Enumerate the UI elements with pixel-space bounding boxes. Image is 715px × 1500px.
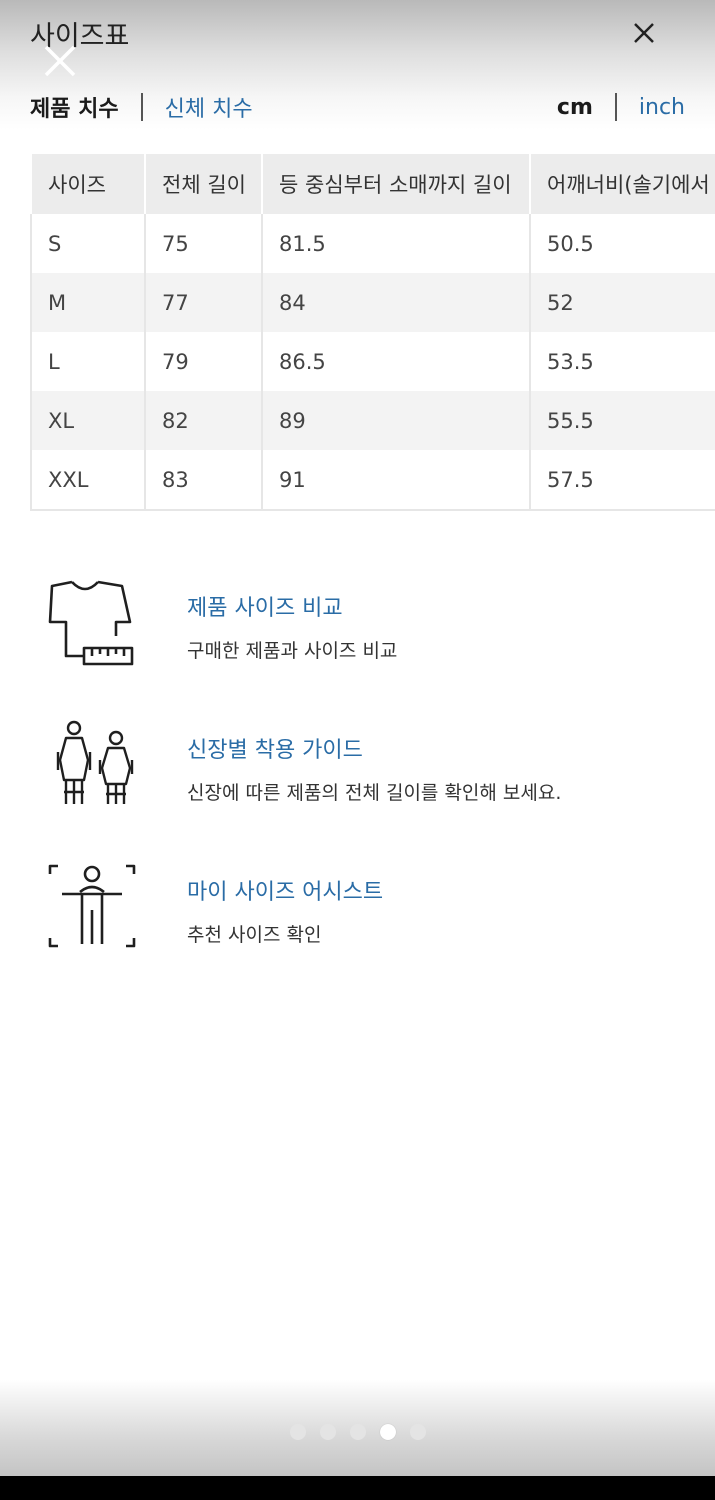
cell-shoulder-width: 50.5 <box>529 214 715 273</box>
page-dot[interactable] <box>349 1424 366 1440</box>
unit-divider <box>614 93 617 121</box>
cell-size: XL <box>30 391 145 450</box>
table-row: XL 82 89 55.5 <box>30 391 715 450</box>
page-indicator <box>0 1424 715 1440</box>
table-row: M 77 84 52 <box>30 273 715 332</box>
table-header-row: 사이즈 전체 길이 등 중심부터 소매까지 길이 어깨너비(솔기에서 <box>30 154 715 214</box>
table-row: XXL 83 91 57.5 <box>30 450 715 510</box>
size-table-scroll[interactable]: 사이즈 전체 길이 등 중심부터 소매까지 길이 어깨너비(솔기에서 S 75 … <box>30 154 715 511</box>
cell-total-length: 75 <box>144 214 262 273</box>
size-table: 사이즈 전체 길이 등 중심부터 소매까지 길이 어깨너비(솔기에서 S 75 … <box>30 154 715 511</box>
tool-title: 제품 사이즈 비교 <box>187 596 343 621</box>
cell-size: L <box>30 332 145 391</box>
header-sleeve-length: 등 중심부터 소매까지 길이 <box>261 154 530 214</box>
cell-shoulder-width: 53.5 <box>529 332 715 391</box>
tool-desc: 구매한 제품과 사이즈 비교 <box>187 640 398 662</box>
height-fit-guide[interactable]: 신장별 착용 가이드 신장에 따른 제품의 전체 길이를 확인해 보세요. <box>40 718 680 818</box>
cell-sleeve-length: 86.5 <box>261 332 530 391</box>
cell-sleeve-length: 89 <box>261 391 530 450</box>
tool-title: 마이 사이즈 어시스트 <box>187 880 384 905</box>
unit-cm[interactable]: cm <box>557 95 593 120</box>
cell-total-length: 83 <box>144 450 262 510</box>
page-dot[interactable] <box>289 1424 306 1440</box>
close-icon[interactable] <box>626 15 662 51</box>
measure-tabs: 제품 치수 신체 치수 <box>30 90 253 124</box>
cell-total-length: 79 <box>144 332 262 391</box>
header-size: 사이즈 <box>30 154 145 214</box>
body-scan-icon <box>48 864 136 948</box>
header-total-length: 전체 길이 <box>144 154 262 214</box>
tab-product-measurements[interactable]: 제품 치수 <box>30 91 119 123</box>
cell-sleeve-length: 81.5 <box>261 214 530 273</box>
tab-body-measurements[interactable]: 신체 치수 <box>165 91 253 123</box>
cell-size: XXL <box>30 450 145 510</box>
cell-shoulder-width: 52 <box>529 273 715 332</box>
tool-title: 신장별 착용 가이드 <box>187 738 363 763</box>
unit-toggle: cm inch <box>557 90 685 124</box>
two-people-icon <box>56 720 134 804</box>
cell-shoulder-width: 57.5 <box>529 450 715 510</box>
cell-total-length: 77 <box>144 273 262 332</box>
tab-divider <box>140 93 143 121</box>
cell-shoulder-width: 55.5 <box>529 391 715 450</box>
page-dot-active[interactable] <box>379 1424 396 1440</box>
my-size-assist[interactable]: 마이 사이즈 어시스트 추천 사이즈 확인 <box>40 860 680 960</box>
header-shoulder-width: 어깨너비(솔기에서 <box>529 154 715 214</box>
cell-size: M <box>30 273 145 332</box>
unit-inch[interactable]: inch <box>639 95 685 120</box>
cell-sleeve-length: 91 <box>261 450 530 510</box>
cell-size: S <box>30 214 145 273</box>
table-row: L 79 86.5 53.5 <box>30 332 715 391</box>
table-row: S 75 81.5 50.5 <box>30 214 715 273</box>
system-nav-bar <box>0 1476 715 1500</box>
cell-total-length: 82 <box>144 391 262 450</box>
overlay-close-icon[interactable] <box>42 43 78 79</box>
shirt-ruler-icon <box>48 580 134 666</box>
tool-desc: 신장에 따른 제품의 전체 길이를 확인해 보세요. <box>187 782 562 804</box>
product-size-compare[interactable]: 제품 사이즈 비교 구매한 제품과 사이즈 비교 <box>40 576 680 676</box>
cell-sleeve-length: 84 <box>261 273 530 332</box>
page-dot[interactable] <box>319 1424 336 1440</box>
tool-desc: 추천 사이즈 확인 <box>187 924 322 946</box>
page-dot[interactable] <box>409 1424 426 1440</box>
